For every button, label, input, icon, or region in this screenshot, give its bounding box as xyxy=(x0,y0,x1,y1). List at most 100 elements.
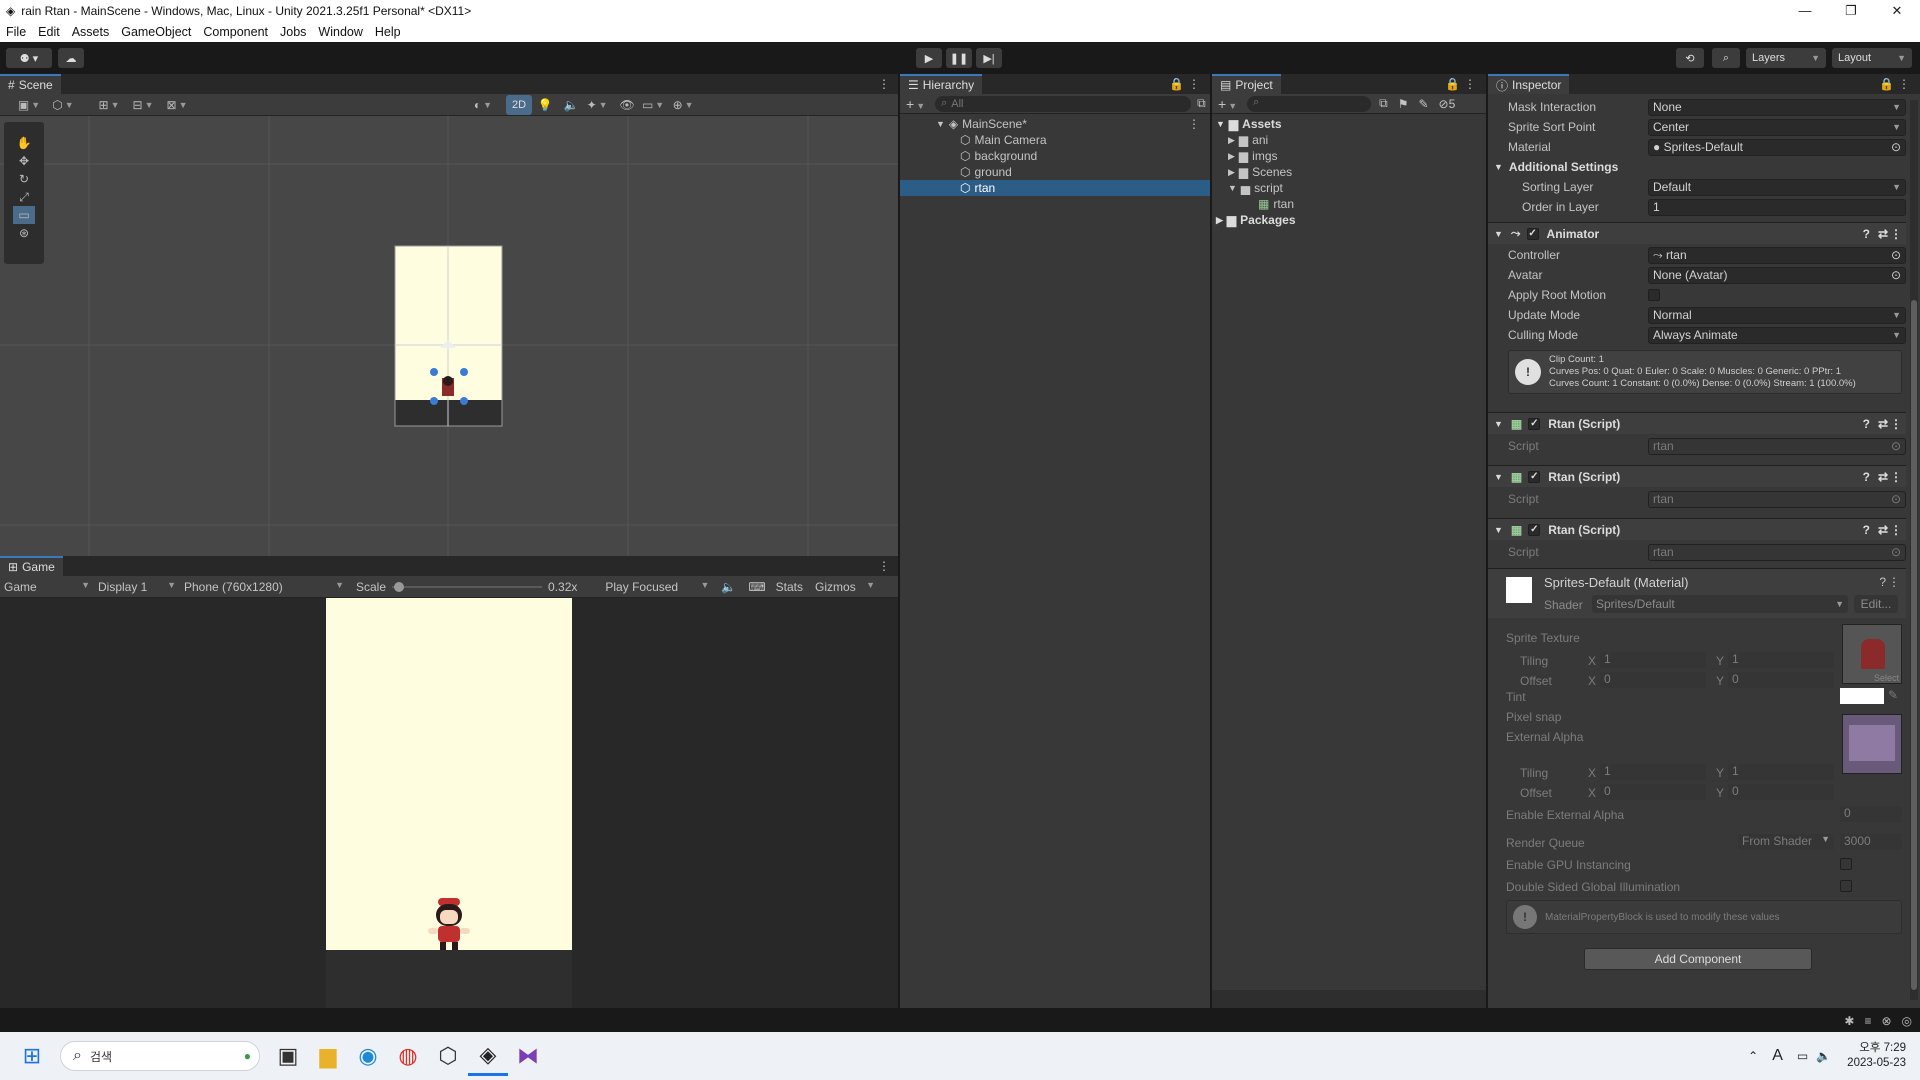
grid-snap-button[interactable]: ⊞ ▼ xyxy=(98,96,120,114)
progress-icon[interactable]: ≡ xyxy=(1864,1014,1871,1028)
project-menu-icon[interactable]: ⋮ xyxy=(1464,77,1476,91)
scale-slider[interactable] xyxy=(392,581,543,593)
object-picker-icon[interactable]: ⊙ xyxy=(1891,268,1901,282)
project-file-rtan[interactable]: ▦ rtan xyxy=(1212,196,1486,212)
search-by-label-icon[interactable]: ⚑ xyxy=(1398,97,1409,111)
minimize-button[interactable]: — xyxy=(1782,0,1828,22)
preset-icon[interactable]: ⇄ xyxy=(1878,227,1888,241)
scene-menu-icon[interactable]: ⋮ xyxy=(1188,116,1200,132)
edit-shader-button[interactable]: Edit... xyxy=(1854,595,1898,613)
visual-studio-icon[interactable]: ⧓ xyxy=(508,1036,548,1076)
cloud-button[interactable]: ☁ xyxy=(58,48,84,68)
eyedropper-icon[interactable]: ✎ xyxy=(1888,688,1898,702)
apply-root-motion-checkbox[interactable] xyxy=(1648,289,1660,301)
expand-arrow-icon[interactable]: ▼ xyxy=(1228,180,1237,196)
file-explorer-icon[interactable]: ▆ xyxy=(308,1036,348,1076)
transform-tool-icon[interactable]: ⊛ xyxy=(13,224,35,242)
create-button[interactable]: + ▼ xyxy=(1218,96,1237,112)
project-folder-imgs[interactable]: ▶ ▆ imgs xyxy=(1212,148,1486,164)
preset-icon[interactable]: ⇄ xyxy=(1878,417,1888,431)
component-menu-icon[interactable]: ⋮ xyxy=(1890,227,1902,241)
project-folder-script[interactable]: ▼ ▅ script xyxy=(1212,180,1486,196)
expand-arrow-icon[interactable]: ▼ xyxy=(936,116,945,132)
sprite-texture-slot[interactable]: Select xyxy=(1842,624,1902,684)
hidden-packages-icon[interactable]: ⊘5 xyxy=(1439,97,1456,111)
ime-indicator[interactable]: A xyxy=(1772,1047,1783,1065)
taskbar-search[interactable]: ⌕ 검색 ● xyxy=(60,1041,260,1071)
game-menu-icon[interactable]: ⋮ xyxy=(878,559,890,573)
preset-icon[interactable]: ⇄ xyxy=(1878,470,1888,484)
draw-mode-button[interactable]: ▣ ▼ xyxy=(18,96,40,114)
scale-slider-handle[interactable] xyxy=(394,581,405,592)
gizmos-dropdown[interactable]: Gizmos ▼ xyxy=(815,580,875,594)
additional-settings-foldout[interactable]: ▼ Additional Settings xyxy=(1494,158,1906,176)
step-button[interactable]: ▶| xyxy=(976,48,1002,68)
menu-window[interactable]: Window xyxy=(312,25,368,39)
grid-button[interactable]: ⊟ ▼ xyxy=(132,96,154,114)
hierarchy-search-input[interactable]: ⌕ All xyxy=(935,95,1192,112)
enable-external-alpha-input[interactable]: 0 xyxy=(1840,806,1902,822)
animator-header[interactable]: ▼ ⤳ ✓ Animator ? ⇄ ⋮ xyxy=(1488,222,1906,244)
scale-tool-icon[interactable]: ⤢ xyxy=(13,188,35,206)
render-mode-button[interactable]: ⬡ ▼ xyxy=(52,96,74,114)
select-texture-button[interactable]: Select xyxy=(1874,673,1899,683)
help-icon[interactable]: ? xyxy=(1863,523,1870,537)
camera-icon[interactable]: ▭ ▼ xyxy=(642,96,664,114)
rtan-script-header-1[interactable]: ▼ ▦ ✓ Rtan (Script) ? ⇄ ⋮ xyxy=(1488,412,1906,434)
account-button[interactable]: ⚉ ▾ xyxy=(6,48,52,68)
menu-component[interactable]: Component xyxy=(197,25,274,39)
tiling-y-input[interactable]: 1 xyxy=(1728,652,1834,668)
component-menu-icon[interactable]: ⋮ xyxy=(1890,470,1902,484)
sprite-sort-point-dropdown[interactable]: Center ▼ xyxy=(1648,118,1906,136)
project-search-input[interactable]: ⌕ xyxy=(1247,95,1372,112)
update-mode-dropdown[interactable]: Normal ▼ xyxy=(1648,306,1906,324)
avatar-field[interactable]: None (Avatar) ⊙ xyxy=(1648,266,1906,284)
game-mode-dropdown[interactable]: Game ▼ xyxy=(0,580,90,594)
project-folder-scenes[interactable]: ▶ ▆ Scenes xyxy=(1212,164,1486,180)
tab-scene[interactable]: # Scene xyxy=(0,74,61,94)
star-icon[interactable]: ✎ xyxy=(1418,97,1428,111)
menu-jobs[interactable]: Jobs xyxy=(274,25,312,39)
script-enabled-checkbox[interactable]: ✓ xyxy=(1528,523,1541,536)
unity-hub-icon[interactable]: ⬡ xyxy=(428,1036,468,1076)
help-icon[interactable]: ? xyxy=(1863,227,1870,241)
rotate-tool-icon[interactable]: ↻ xyxy=(13,170,35,188)
chevron-up-icon[interactable]: ⌃ xyxy=(1748,1049,1758,1063)
object-picker-icon[interactable]: ⊙ xyxy=(1891,248,1901,262)
display-dropdown[interactable]: Display 1 ▼ xyxy=(98,580,176,594)
mute-audio-icon[interactable]: 🔈 xyxy=(721,580,736,594)
keyboard-icon[interactable]: ⌨ xyxy=(748,580,765,594)
alpha-offset-x-input[interactable]: 0 xyxy=(1600,784,1706,800)
network-icon[interactable]: ⊗ xyxy=(1881,1014,1891,1028)
collapse-arrow-icon[interactable]: ▶ xyxy=(1216,212,1223,228)
help-icon[interactable]: ? xyxy=(1879,575,1886,589)
collapse-arrow-icon[interactable]: ▶ xyxy=(1228,148,1235,164)
project-assets-folder[interactable]: ▼ ▆ Assets xyxy=(1212,116,1486,132)
resolution-dropdown[interactable]: Phone (760x1280) ▼ xyxy=(184,580,344,594)
material-field[interactable]: ● Sprites-Default ⊙ xyxy=(1648,138,1906,156)
stats-button[interactable]: Stats xyxy=(776,580,803,594)
search-icon[interactable]: ⌕ xyxy=(1712,48,1740,68)
hierarchy-item-rtan[interactable]: ⬡ rtan xyxy=(900,180,1210,196)
sorting-layer-dropdown[interactable]: Default ▼ xyxy=(1648,178,1906,196)
component-menu-icon[interactable]: ⋮ xyxy=(1890,523,1902,537)
tab-inspector[interactable]: ⓘ Inspector xyxy=(1488,74,1570,94)
collab-icon[interactable]: ◎ xyxy=(1902,1014,1912,1028)
hierarchy-scene-row[interactable]: ▼ ◈ MainScene* ⋮ xyxy=(900,116,1210,132)
maximize-button[interactable]: ❐ xyxy=(1828,0,1874,22)
tab-hierarchy[interactable]: ☰ Hierarchy xyxy=(900,74,983,94)
menu-file[interactable]: File xyxy=(0,25,32,39)
network-icon[interactable]: ▭ xyxy=(1797,1049,1808,1063)
mask-interaction-dropdown[interactable]: None ▼ xyxy=(1648,98,1906,116)
toggle-2d-button[interactable]: 2D xyxy=(506,94,533,115)
inspector-menu-icon[interactable]: ⋮ xyxy=(1898,77,1910,91)
play-button[interactable]: ▶ xyxy=(916,48,942,68)
menu-assets[interactable]: Assets xyxy=(66,25,116,39)
animator-enabled-checkbox[interactable]: ✓ xyxy=(1526,227,1539,240)
tint-color-swatch[interactable] xyxy=(1840,688,1884,704)
volume-icon[interactable]: 🔈 xyxy=(1816,1049,1831,1063)
alpha-tiling-x-input[interactable]: 1 xyxy=(1600,764,1706,780)
lock-icon[interactable]: 🔒 xyxy=(1169,77,1184,91)
windows-start-icon[interactable]: ⊞ xyxy=(12,1036,52,1076)
gpu-instancing-checkbox[interactable] xyxy=(1840,858,1852,870)
